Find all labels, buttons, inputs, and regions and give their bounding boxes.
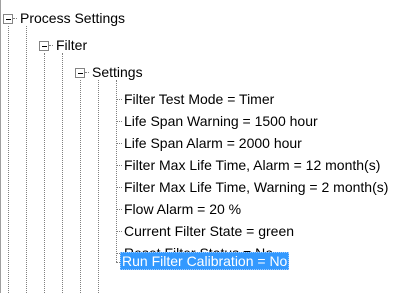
tree-leaf-max-life-warning[interactable]: Filter Max Life Time, Warning = 2 month(… (122, 178, 390, 196)
tree-leaf-life-span-warning[interactable]: Life Span Warning = 1500 hour (122, 112, 320, 130)
tree-connector (98, 80, 99, 293)
tree-connector (116, 80, 117, 262)
tree-leaf-flow-alarm[interactable]: Flow Alarm = 20 % (122, 200, 243, 218)
tree-connector (85, 72, 89, 73)
collapse-toggle[interactable] (3, 14, 13, 24)
tree-connector (8, 26, 9, 293)
tree-connector (26, 26, 27, 293)
tree-border (0, 0, 1, 293)
tree-leaf-current-filter-state[interactable]: Current Filter State = green (122, 222, 296, 240)
tree-connector (44, 53, 45, 293)
tree-node-process-settings[interactable]: Process Settings (18, 9, 127, 27)
collapse-toggle[interactable] (75, 68, 85, 78)
settings-tree[interactable]: Process Settings Filter Settings Filter … (0, 0, 416, 293)
tree-connector (62, 53, 63, 293)
tree-node-settings[interactable]: Settings (90, 63, 145, 81)
tree-connector (49, 45, 53, 46)
tree-connector (80, 80, 81, 293)
tree-leaf-filter-test-mode[interactable]: Filter Test Mode = Timer (122, 90, 276, 108)
tree-leaf-run-filter-calibration[interactable]: Run Filter Calibration = No (120, 252, 290, 270)
tree-node-filter[interactable]: Filter (54, 36, 89, 54)
collapse-toggle[interactable] (39, 41, 49, 51)
tree-leaf-max-life-alarm[interactable]: Filter Max Life Time, Alarm = 12 month(s… (122, 156, 382, 174)
tree-leaf-life-span-alarm[interactable]: Life Span Alarm = 2000 hour (122, 134, 304, 152)
tree-connector (13, 18, 17, 19)
